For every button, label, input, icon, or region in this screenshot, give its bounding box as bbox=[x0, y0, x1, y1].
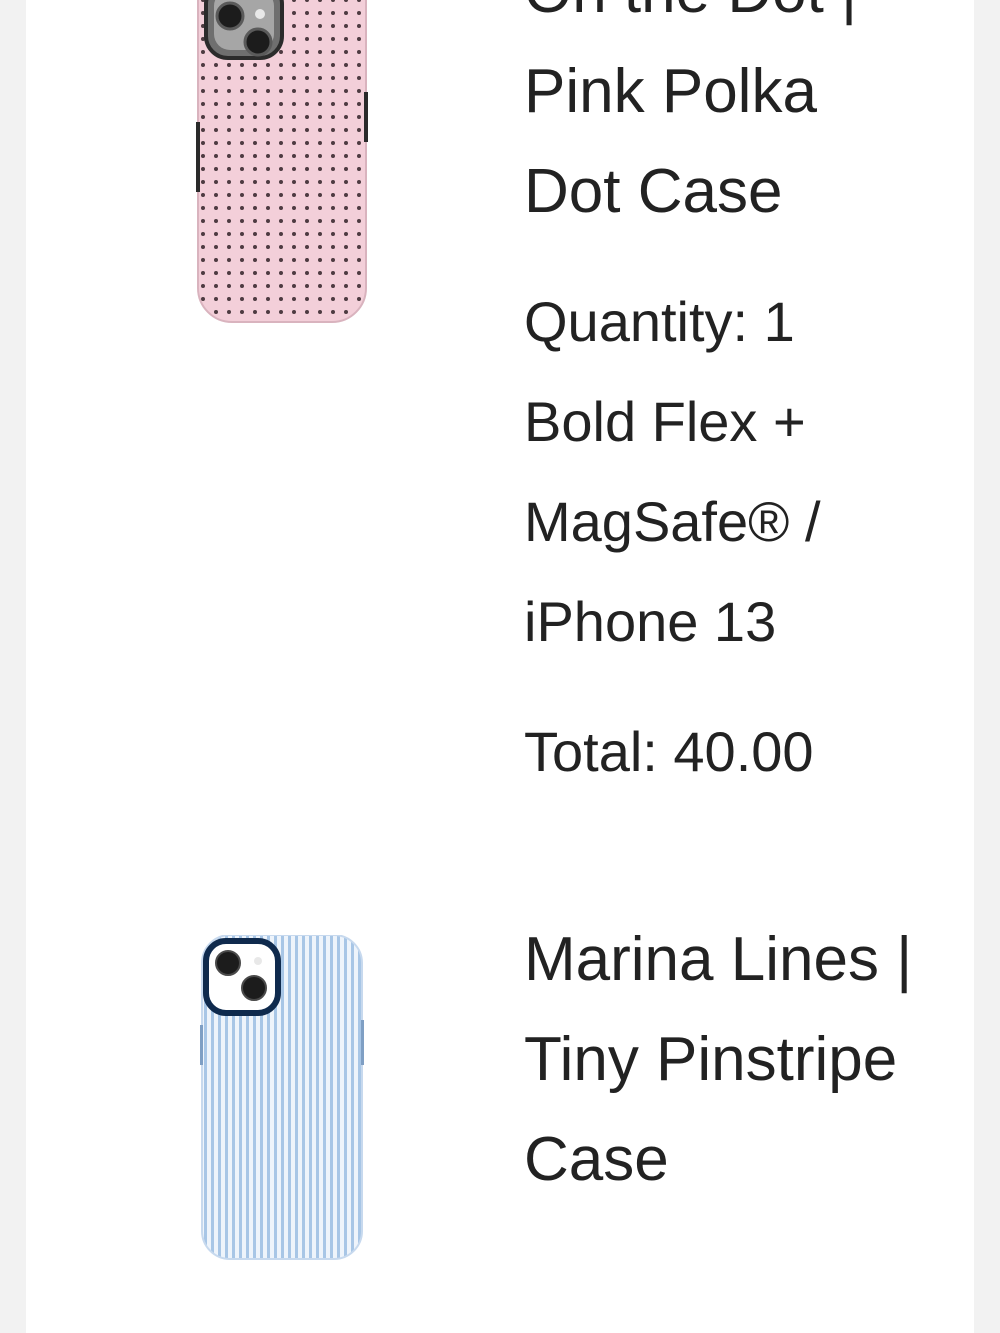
variant-text: Bold Flex + MagSafe® / iPhone 13 bbox=[524, 390, 821, 653]
order-items-page: On the Dot | Pink Polka Dot Case Quantit… bbox=[26, 0, 974, 1333]
product-image-pinstripe-case bbox=[106, 934, 466, 1265]
quantity-text: Quantity: 1 bbox=[524, 290, 795, 353]
item-details: On the Dot | Pink Polka Dot Case Quantit… bbox=[524, 0, 924, 802]
product-image-pink-polka-dot-case bbox=[106, 0, 466, 342]
order-item: On the Dot | Pink Polka Dot Case Quantit… bbox=[26, 0, 974, 852]
product-title[interactable]: Marina Lines | Tiny Pinstripe Case bbox=[524, 910, 924, 1210]
total-text: Total: 40.00 bbox=[524, 720, 814, 783]
item-details: Marina Lines | Tiny Pinstripe Case bbox=[524, 910, 924, 1210]
product-title[interactable]: On the Dot | Pink Polka Dot Case bbox=[524, 0, 924, 242]
order-item: Marina Lines | Tiny Pinstripe Case bbox=[26, 910, 974, 1333]
